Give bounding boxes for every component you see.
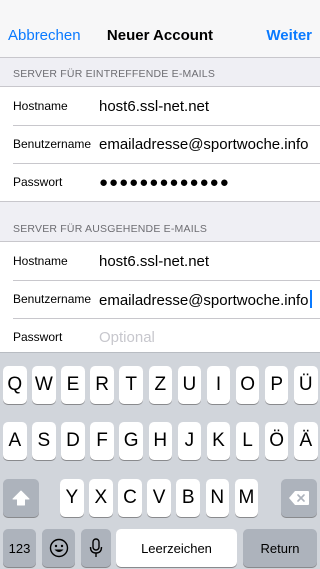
key-row3-7[interactable]: M	[234, 479, 259, 517]
key-row1-9[interactable]: O	[235, 366, 260, 404]
key-row3-4[interactable]: V	[147, 479, 171, 517]
key-row2-8[interactable]: K	[206, 422, 231, 460]
key-row1-3[interactable]: E	[61, 366, 85, 404]
key-row2-9[interactable]: L	[235, 422, 260, 460]
keyboard: 123 Leerzeichen Return QWERTZUIOPÜ ASDFGH…	[0, 352, 320, 569]
microphone-icon	[89, 538, 103, 557]
outgoing-server-header: SERVER FÜR AUSGEHENDE E-MAILS	[13, 223, 208, 235]
incoming-username-row[interactable]: Benutzername emailadresse@sportwoche.inf…	[0, 125, 320, 163]
key-row2-3[interactable]: D	[61, 422, 85, 460]
key-row1-11[interactable]: Ü	[294, 366, 318, 404]
incoming-username-field[interactable]: emailadresse@sportwoche.info	[99, 136, 309, 153]
key-row2-5[interactable]: G	[119, 422, 143, 460]
return-key[interactable]: Return	[243, 529, 317, 567]
key-row1-6[interactable]: Z	[148, 366, 173, 404]
key-row2-4[interactable]: F	[90, 422, 114, 460]
numbers-key[interactable]: 123	[3, 529, 36, 567]
key-row2-1[interactable]: A	[3, 422, 27, 460]
cancel-button[interactable]: Abbrechen	[8, 26, 81, 46]
outgoing-username-label: Benutzername	[13, 292, 92, 306]
key-row2-6[interactable]: H	[148, 422, 173, 460]
key-row3-1[interactable]: Y	[60, 479, 84, 517]
navigation-bar: Neuer Account Abbrechen Weiter	[0, 0, 320, 58]
text-cursor	[309, 289, 312, 308]
shift-key[interactable]	[3, 479, 39, 517]
key-row3-2[interactable]: X	[89, 479, 113, 517]
space-key[interactable]: Leerzeichen	[116, 529, 237, 567]
key-row1-4[interactable]: R	[90, 366, 114, 404]
emoji-key[interactable]	[42, 529, 75, 567]
incoming-username-label: Benutzername	[13, 137, 92, 151]
backspace-icon	[289, 491, 309, 505]
outgoing-password-row[interactable]: Passwort Optional	[0, 318, 320, 356]
key-row1-1[interactable]: Q	[3, 366, 27, 404]
emoji-icon	[49, 538, 68, 558]
outgoing-username-text: emailadresse@sportwoche.info	[99, 291, 309, 309]
delete-key[interactable]	[281, 479, 317, 517]
key-row2-10[interactable]: Ö	[264, 422, 289, 460]
outgoing-username-field[interactable]: emailadresse@sportwoche.info	[99, 289, 312, 309]
incoming-hostname-row[interactable]: Hostname host6.ssl-net.net	[0, 87, 320, 125]
key-row3-6[interactable]: N	[205, 479, 230, 517]
incoming-password-field[interactable]: ●●●●●●●●●●●●●	[99, 174, 230, 191]
key-row1-10[interactable]: P	[264, 366, 289, 404]
outgoing-password-field[interactable]: Optional	[99, 329, 155, 346]
shift-icon	[12, 490, 30, 506]
key-row2-11[interactable]: Ä	[294, 422, 318, 460]
incoming-hostname-label: Hostname	[13, 99, 68, 113]
incoming-hostname-field[interactable]: host6.ssl-net.net	[99, 98, 209, 115]
key-row2-7[interactable]: J	[177, 422, 202, 460]
outgoing-username-row[interactable]: Benutzername emailadresse@sportwoche.inf…	[0, 280, 320, 318]
key-row1-5[interactable]: T	[119, 366, 143, 404]
key-row1-8[interactable]: I	[206, 366, 231, 404]
outgoing-hostname-field[interactable]: host6.ssl-net.net	[99, 253, 209, 270]
outgoing-hostname-row[interactable]: Hostname host6.ssl-net.net	[0, 242, 320, 280]
key-row2-2[interactable]: S	[32, 422, 56, 460]
next-button[interactable]: Weiter	[266, 26, 312, 46]
key-row1-2[interactable]: W	[32, 366, 56, 404]
key-row1-7[interactable]: U	[177, 366, 202, 404]
incoming-server-group: Hostname host6.ssl-net.net Benutzername …	[0, 86, 320, 202]
incoming-password-label: Passwort	[13, 175, 63, 189]
microphone-key[interactable]	[81, 529, 111, 567]
incoming-server-header: SERVER FÜR EINTREFFENDE E-MAILS	[13, 68, 216, 80]
outgoing-server-group: Hostname host6.ssl-net.net Benutzername …	[0, 241, 320, 357]
outgoing-password-label: Passwort	[13, 330, 63, 344]
outgoing-hostname-label: Hostname	[13, 254, 68, 268]
key-row3-3[interactable]: C	[118, 479, 142, 517]
incoming-password-row[interactable]: Passwort ●●●●●●●●●●●●●	[0, 163, 320, 201]
key-row3-5[interactable]: B	[176, 479, 200, 517]
